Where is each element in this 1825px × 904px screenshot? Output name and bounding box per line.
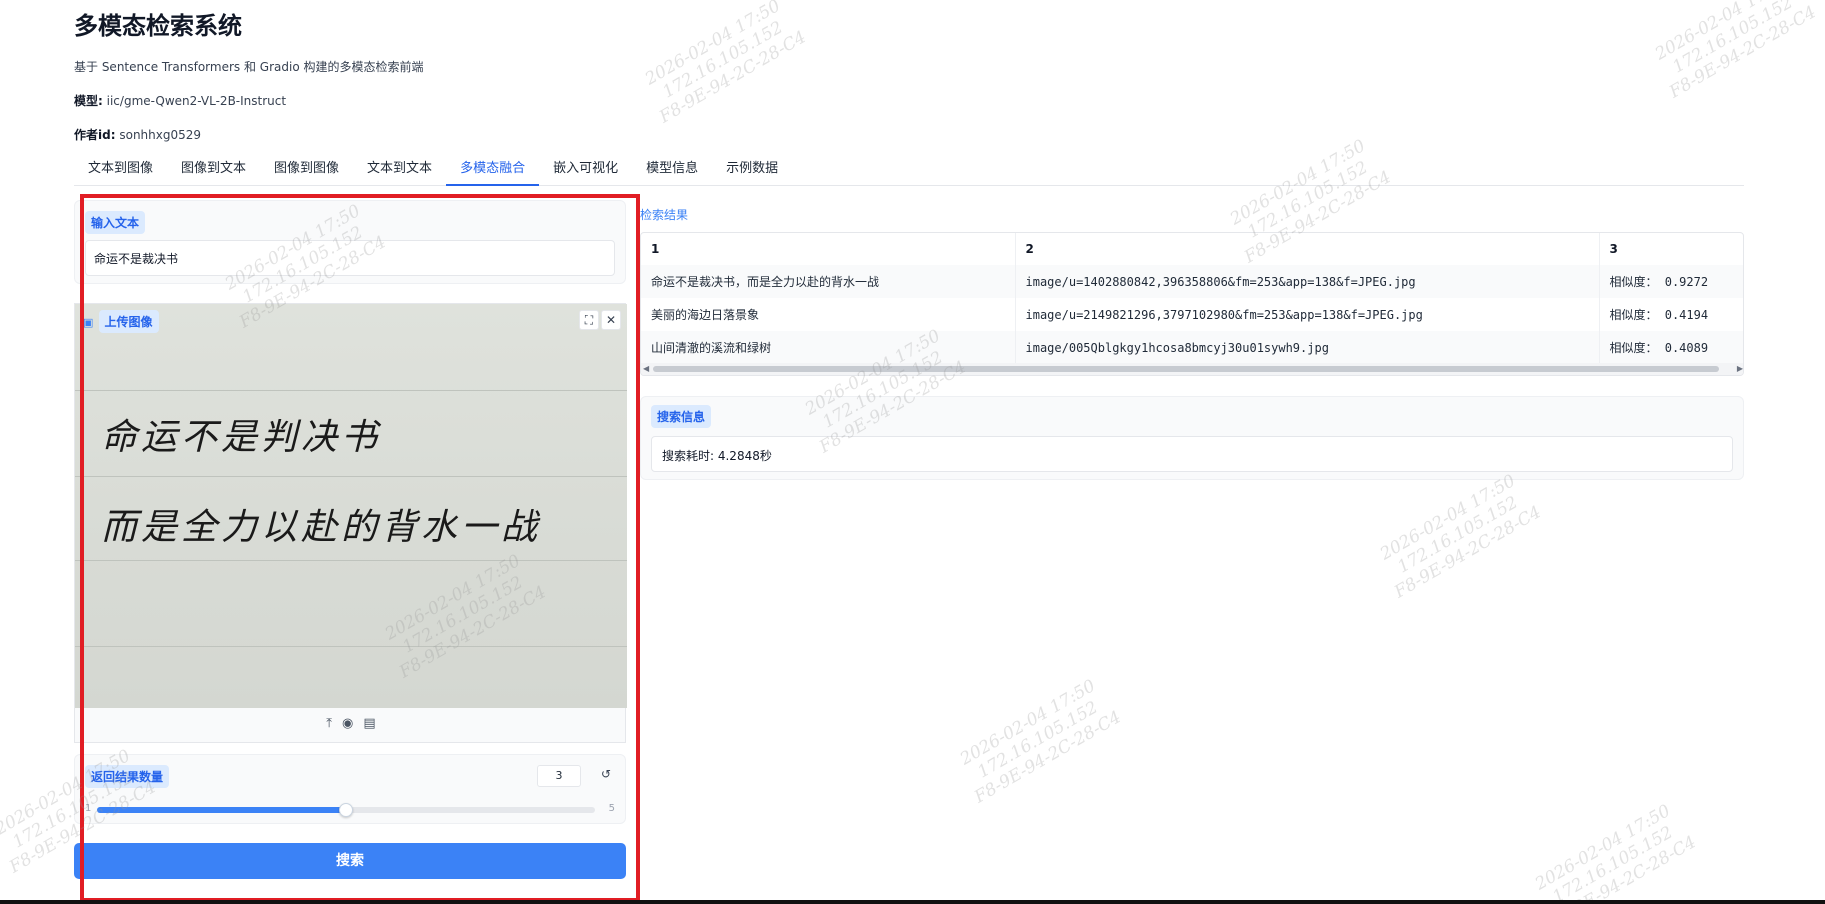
reset-icon[interactable]: ↺ [601,767,611,781]
scroll-left-icon[interactable]: ◀ [643,363,649,375]
search-button[interactable]: 搜索 [74,843,626,879]
table-cell[interactable]: 相似度： 0.4194 [1599,298,1743,331]
table-row[interactable]: 命运不是裁决书，而是全力以赴的背水一战 image/u=1402880842,3… [641,265,1743,298]
author-label: 作者id: [74,128,116,142]
table-cell[interactable]: 山间清澈的溪流和绿树 [641,331,1016,364]
column-header[interactable]: 2 [1015,233,1600,265]
results-table: 1 2 3 命运不是裁决书，而是全力以赴的背水一战 image/u=140288… [640,232,1744,376]
clipboard-icon[interactable]: ▤ [363,716,375,731]
webcam-icon[interactable]: ◉ [342,716,353,731]
author-value: sonhhxg0529 [119,128,202,142]
tab-multimodal-fusion[interactable]: 多模态融合 [446,158,540,186]
result-count-input[interactable]: 3 [537,765,581,787]
image-toolbar: ⛶ ✕ [579,310,621,330]
table-cell[interactable]: image/u=1402880842,396358806&fm=253&app=… [1015,265,1600,298]
table-row[interactable]: 美丽的海边日落景象 image/u=2149821296,3797102980&… [641,298,1743,331]
column-header[interactable]: 1 [641,233,1016,265]
handwriting-line-1: 命运不是判决书 [101,417,382,458]
page-title: 多模态检索系统 [74,12,242,40]
model-info: 模型: iic/gme-Qwen2-VL-2B-Instruct [74,92,424,110]
watermark: 2026-02-04 17:50 172.16.105.152 F8-9E-94… [956,675,1125,808]
search-info-block: 搜索信息 搜索耗时: 4.2848秒 [640,396,1744,480]
tab-sample-data[interactable]: 示例数据 [712,158,792,186]
text-input-label: 输入文本 [85,211,146,234]
tab-text-to-image[interactable]: 文本到图像 [74,158,167,186]
image-upload-label-wrap: ▣ 上传图像 [83,310,159,333]
result-count-block: 返回结果数量 3 ↺ 1 5 [74,754,626,824]
app-window: 多模态检索系统 基于 Sentence Transformers 和 Gradi… [0,0,1825,904]
paper-line [75,646,627,647]
paper-line [75,390,627,391]
table-cell[interactable]: 美丽的海边日落景象 [641,298,1016,331]
image-upload-label: 上传图像 [98,310,159,333]
slider-max-label: 5 [608,803,615,814]
horizontal-scrollbar[interactable]: ◀ ▶ [641,363,1743,375]
tab-bar: 文本到图像 图像到文本 图像到图像 文本到文本 多模态融合 嵌入可视化 模型信息… [74,158,1744,186]
scrollbar-thumb[interactable] [653,366,1719,372]
table-cell[interactable]: image/u=2149821296,3797102980&fm=253&app… [1015,298,1600,331]
handwriting-line-2: 而是全力以赴的背水一战 [101,507,542,548]
image-icon: ▣ [83,316,94,329]
uploaded-image: 命运不是判决书 而是全力以赴的背水一战 [75,304,627,708]
expand-icon[interactable]: ⛶ [579,310,599,330]
tab-text-to-text[interactable]: 文本到文本 [353,158,446,186]
search-info-label: 搜索信息 [651,405,712,428]
author-info: 作者id: sonhhxg0529 [74,126,424,144]
upload-icon[interactable]: ⤒ [326,716,332,731]
paper-line [75,476,627,477]
tab-model-info[interactable]: 模型信息 [632,158,712,186]
results-label: 检索结果 [640,208,689,222]
table-cell[interactable]: 相似度： 0.4089 [1599,331,1743,364]
watermark: 2026-02-04 17:50 172.16.105.152 F8-9E-94… [641,0,810,128]
page-subtitle: 基于 Sentence Transformers 和 Gradio 构建的多模态… [74,60,424,74]
result-count-slider[interactable] [97,803,595,817]
image-upload-block[interactable]: 命运不是判决书 而是全力以赴的背水一战 ▣ 上传图像 ⛶ ✕ ⤒ ◉ ▤ [74,303,627,743]
slider-min-label: 1 [85,803,92,814]
table-cell[interactable]: 命运不是裁决书，而是全力以赴的背水一战 [641,265,1016,298]
table-cell[interactable]: 相似度： 0.9272 [1599,265,1743,298]
model-value: iic/gme-Qwen2-VL-2B-Instruct [106,94,287,108]
watermark: 2026-02-04 17:50 172.16.105.152 F8-9E-94… [1531,800,1700,904]
result-count-label: 返回结果数量 [85,765,170,788]
table-cell[interactable]: image/005Qblgkgy1hcosa8bmcyj30u01sywh9.j… [1015,331,1600,364]
tab-embedding-visualization[interactable]: 嵌入可视化 [539,158,632,186]
tab-image-to-text[interactable]: 图像到文本 [167,158,260,186]
model-label: 模型: [74,94,103,108]
text-input[interactable]: 命运不是裁决书 [85,240,615,276]
scroll-right-icon[interactable]: ▶ [1737,363,1743,375]
watermark: 2026-02-04 17:50 172.16.105.152 F8-9E-94… [1651,0,1820,103]
slider-fill [97,807,346,813]
upload-source-toolbar: ⤒ ◉ ▤ [75,716,627,731]
table-header-row: 1 2 3 [641,233,1743,265]
text-input-block: 输入文本 命运不是裁决书 [74,200,626,284]
slider-thumb[interactable] [339,803,353,817]
tab-image-to-image[interactable]: 图像到图像 [260,158,353,186]
column-header[interactable]: 3 [1599,233,1743,265]
search-info-value: 搜索耗时: 4.2848秒 [651,436,1733,472]
paper-line [75,560,627,561]
close-icon[interactable]: ✕ [601,310,621,330]
watermark: 2026-02-04 17:50 172.16.105.152 F8-9E-94… [1376,470,1545,603]
app-header: 多模态检索系统 基于 Sentence Transformers 和 Gradi… [74,10,424,144]
table-row[interactable]: 山间清澈的溪流和绿树 image/005Qblgkgy1hcosa8bmcyj3… [641,331,1743,364]
bottom-edge [0,900,1825,904]
